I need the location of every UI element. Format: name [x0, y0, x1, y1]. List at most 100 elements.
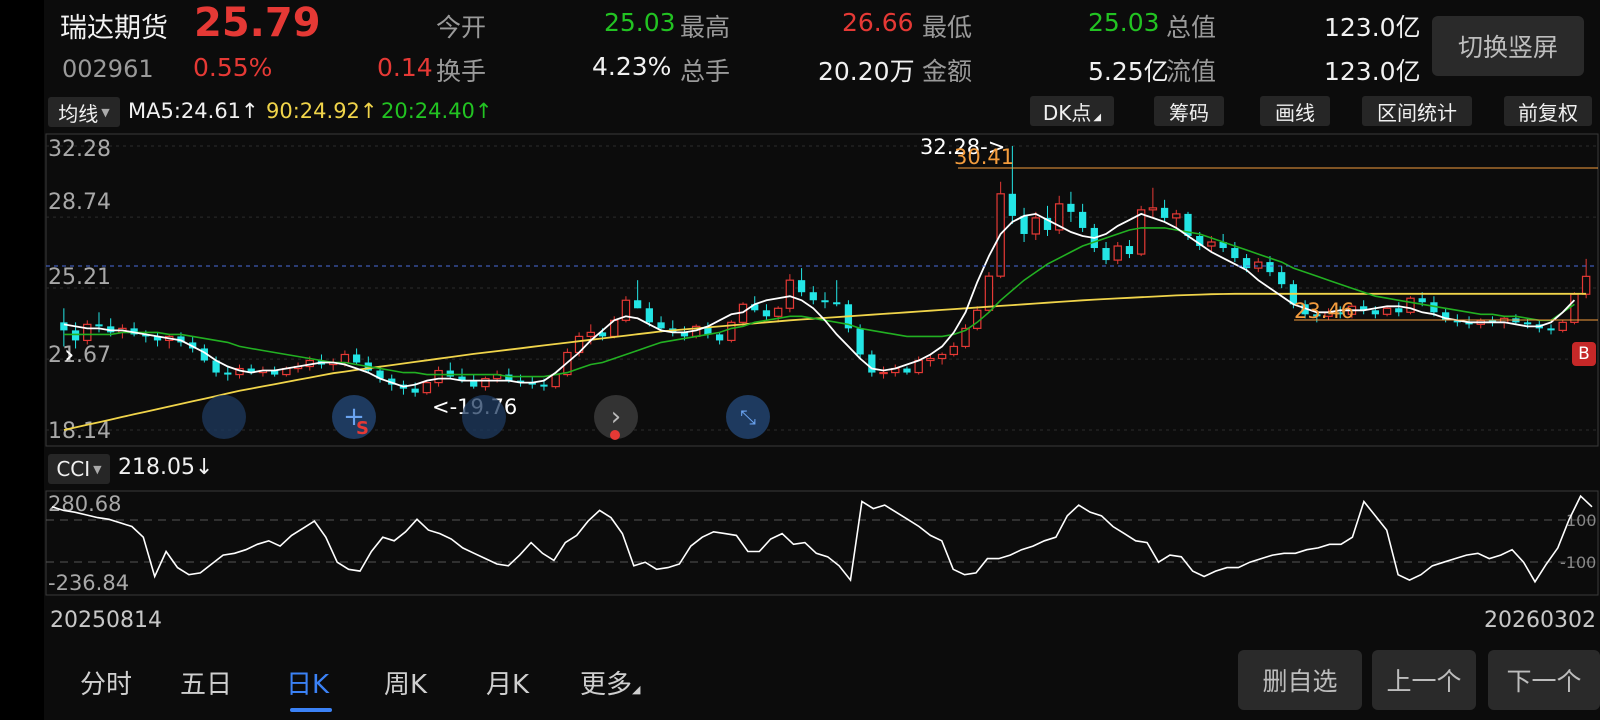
tab-weekly-k[interactable]: 周K — [384, 664, 427, 701]
sell-badge: S — [356, 418, 369, 439]
tab-five-day[interactable]: 五日 — [180, 664, 232, 701]
tab-more-label: 更多 — [580, 670, 633, 700]
expand-left-icon[interactable]: › — [64, 340, 74, 370]
candle-body — [586, 331, 596, 338]
candle-body — [411, 388, 419, 393]
high-value: 26.66 — [842, 8, 914, 37]
y-tick-label: 28.74 — [48, 190, 111, 215]
candle-body — [1125, 246, 1134, 255]
candle-body — [762, 310, 771, 317]
candle-body — [1008, 193, 1016, 216]
stock-name: 瑞达期货 — [60, 13, 168, 44]
candle-body — [1148, 207, 1158, 211]
candle-body — [60, 322, 68, 331]
candle-body — [903, 368, 911, 373]
collapse-icon[interactable]: ⤡ — [726, 395, 770, 439]
cci-chart[interactable]: 280.68 -236.84 100 -100 — [44, 490, 1600, 596]
draw-line-button[interactable]: 画线 — [1260, 96, 1330, 126]
candle-body — [809, 292, 817, 301]
tab-intraday[interactable]: 分时 — [80, 664, 132, 701]
open-label: 今开 — [436, 13, 487, 42]
tab-more[interactable]: 更多◢ — [580, 664, 640, 701]
tab-daily-k[interactable]: 日K — [286, 664, 329, 701]
ma-dropdown[interactable]: 均线 ▼ — [48, 97, 120, 127]
chips-button[interactable]: 筹码 — [1154, 96, 1224, 126]
low-value: 25.03 — [1088, 8, 1160, 37]
dk-point-label: DK点 — [1042, 100, 1092, 125]
candle-body — [1570, 293, 1579, 323]
candle-body — [1078, 211, 1087, 228]
candle-body — [434, 369, 443, 384]
candle-body — [1523, 322, 1532, 325]
candle-body — [821, 300, 829, 303]
candle-body — [1547, 328, 1555, 331]
toolbar-circle-button[interactable] — [202, 395, 246, 439]
y-tick-label: 32.28 — [48, 137, 111, 162]
candle-body — [1382, 307, 1392, 315]
open-value: 25.03 — [604, 8, 676, 37]
candle-body — [856, 328, 864, 355]
candle-body — [1278, 272, 1286, 285]
kline-chart[interactable]: 32.28 28.74 25.21 21.67 18.14 32.28-> 30… — [44, 132, 1600, 448]
end-date: 20260302 — [1484, 608, 1596, 633]
candle-body — [95, 324, 103, 327]
lower-level-label: 23.46 — [1294, 299, 1354, 323]
crosshair-icon[interactable]: + — [332, 395, 376, 439]
candle-body — [551, 373, 560, 388]
active-tab-indicator — [290, 708, 332, 712]
candle-body — [1371, 310, 1379, 315]
candle-body — [224, 372, 232, 375]
chevron-down-icon: ▼ — [101, 105, 110, 119]
turnover-value: 4.23% — [592, 52, 672, 81]
next-button[interactable]: 下一个 — [1488, 650, 1600, 710]
y-tick-label: 21.67 — [48, 343, 111, 368]
cci-bottom-tick: -236.84 — [48, 571, 129, 595]
amount-label: 金额 — [922, 57, 973, 86]
cci-ref-label: 100 — [1566, 511, 1597, 530]
high-label: 最高 — [680, 13, 731, 42]
candle-body — [797, 280, 806, 293]
tab-monthly-k[interactable]: 月K — [486, 664, 529, 701]
candle-body — [715, 334, 724, 341]
start-date: 20250814 — [50, 608, 162, 633]
chevron-down-icon: ▼ — [93, 462, 102, 476]
candle-body — [1020, 215, 1028, 234]
indicator-dropdown-label: CCI — [56, 457, 91, 481]
amount-value: 5.25亿 — [1088, 57, 1169, 86]
candle-body — [937, 353, 947, 360]
candle-body — [1242, 258, 1251, 269]
y-tick-label: 18.14 — [48, 419, 111, 444]
indicator-dropdown[interactable]: CCI ▼ — [48, 454, 110, 484]
ma90-readout: 90:24.92↑ — [266, 99, 378, 123]
forward-adjust-button[interactable]: 前复权 — [1504, 96, 1592, 126]
candle-body — [1231, 248, 1239, 259]
range-stats-button[interactable]: 区间统计 — [1362, 96, 1472, 126]
switch-portrait-button[interactable]: 切换竖屏 — [1432, 16, 1584, 76]
candle-body — [1418, 298, 1426, 303]
candle-body — [1395, 308, 1403, 313]
candle-body — [1031, 217, 1041, 235]
buy-badge: B — [1572, 342, 1596, 366]
float-value-label: 流值 — [1166, 57, 1217, 86]
candle-body — [833, 302, 841, 305]
ma-dropdown-label: 均线 — [58, 101, 99, 126]
total-value: 123.0亿 — [1324, 13, 1421, 42]
candle-body — [71, 330, 80, 341]
corner-triangle-icon: ◢ — [632, 683, 641, 696]
candle-body — [1102, 248, 1110, 261]
cci-value: 218.05↓ — [118, 455, 214, 480]
turnover-label: 换手 — [436, 57, 487, 86]
candle-body — [352, 354, 361, 363]
ma20-readout: 20:24.40↑ — [381, 99, 493, 123]
previous-button[interactable]: 上一个 — [1372, 650, 1476, 710]
cci-frame — [45, 490, 1599, 596]
candle-body — [634, 300, 642, 309]
dk-point-button[interactable]: DK点 ◢ — [1030, 96, 1114, 126]
volume-value: 20.20万 — [818, 57, 915, 86]
ma5-readout: MA5:24.61↑ — [128, 99, 259, 123]
candle-body — [879, 371, 888, 375]
toolbar-circle-button[interactable] — [462, 395, 506, 439]
remove-watchlist-button[interactable]: 删自选 — [1238, 650, 1362, 710]
candle-body — [1113, 245, 1122, 261]
low-label: 最低 — [922, 13, 973, 42]
